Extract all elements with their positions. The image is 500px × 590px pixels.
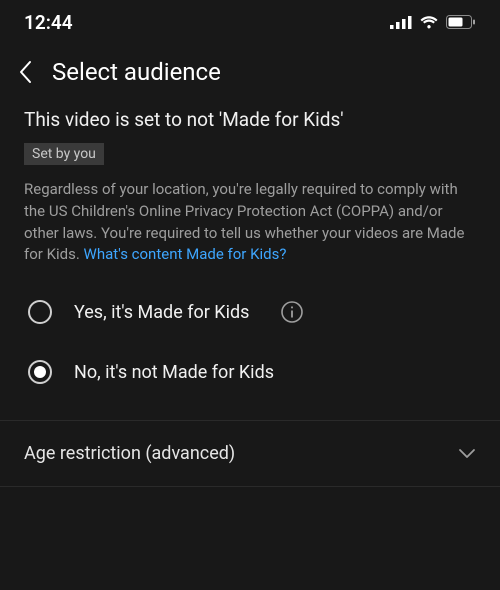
battery-icon [446,15,476,29]
set-by-badge: Set by you [24,143,104,165]
option-yes-made-for-kids[interactable]: Yes, it's Made for Kids [24,300,476,324]
radio-selected-icon [28,360,52,384]
option-label: Yes, it's Made for Kids [74,302,249,323]
wifi-icon [419,15,439,29]
option-no-made-for-kids[interactable]: No, it's not Made for Kids [24,360,476,384]
page-title: Select audience [52,58,221,86]
status-indicators [390,15,476,29]
audience-heading: This video is set to not 'Made for Kids' [24,108,476,131]
time-label: 12:44 [24,11,73,34]
option-label: No, it's not Made for Kids [74,362,274,383]
back-icon[interactable] [18,60,32,84]
chevron-down-icon [458,448,476,459]
audience-description: Regardless of your location, you're lega… [24,179,476,266]
page-header: Select audience [0,44,500,108]
radio-unselected-icon [28,300,52,324]
age-restriction-expander[interactable]: Age restriction (advanced) [0,420,500,487]
made-for-kids-link[interactable]: What's content Made for Kids? [84,245,287,263]
info-icon[interactable] [281,301,303,323]
expander-label: Age restriction (advanced) [24,443,235,464]
status-bar: 12:44 [0,0,500,44]
cellular-icon [390,15,412,29]
